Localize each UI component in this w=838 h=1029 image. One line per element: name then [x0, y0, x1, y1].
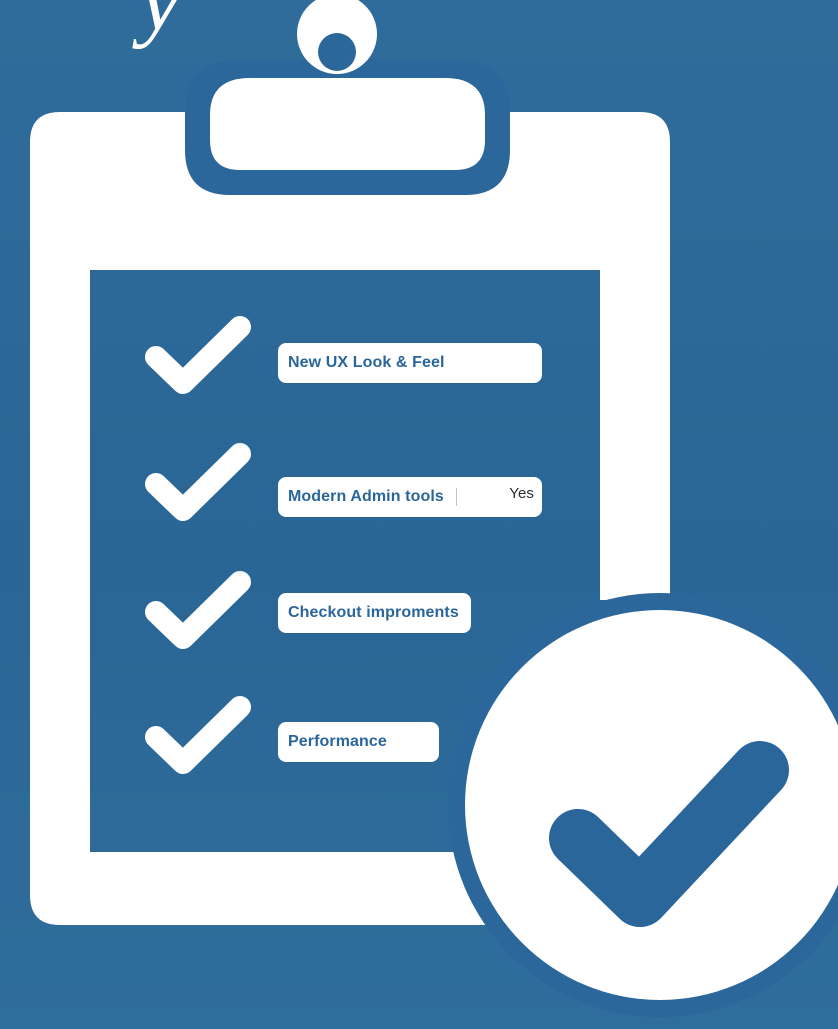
checklist-item-label: Modern Admin tools	[288, 488, 444, 505]
checkmark-icon	[145, 443, 251, 521]
checklist-item: Performance	[278, 722, 439, 762]
checklist-item: Checkout improments	[278, 593, 471, 633]
checklist-item-label: Performance	[288, 733, 387, 750]
check-circle-icon	[448, 593, 838, 1017]
checklist-item-label: New UX Look & Feel	[288, 354, 445, 371]
checklist-item: Modern Admin tools Yes	[278, 477, 542, 517]
checkmark-icon	[145, 696, 251, 774]
checkmark-icon	[145, 316, 251, 394]
checklist-item: New UX Look & Feel	[278, 343, 542, 383]
checkmark-icon	[145, 571, 251, 649]
checklist-item-value: Yes	[509, 484, 534, 502]
checklist-item-label: Checkout improments	[288, 604, 459, 621]
divider	[455, 488, 457, 506]
clipboard-clip-icon	[185, 0, 510, 195]
